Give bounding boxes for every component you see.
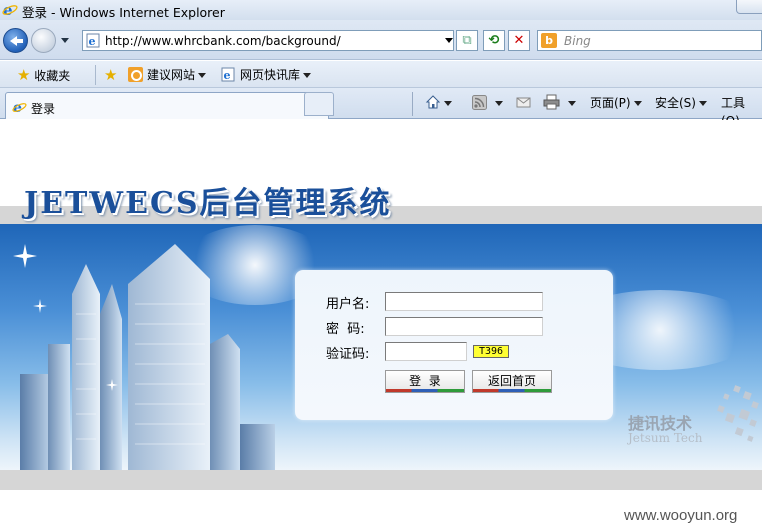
recent-pages-dropdown[interactable] — [61, 38, 69, 43]
captcha-input[interactable] — [385, 342, 467, 361]
safety-menu[interactable]: 安全(S) — [655, 94, 707, 112]
print-button[interactable] — [543, 94, 576, 112]
refresh-button[interactable]: ⟲ — [483, 30, 505, 51]
footer-band — [0, 470, 762, 490]
forward-button[interactable] — [31, 28, 56, 53]
chevron-down-icon — [698, 101, 707, 106]
refresh-icon: ⟲ — [488, 33, 500, 48]
add-to-favorites-bar-button[interactable]: ★ — [104, 66, 117, 84]
password-label: 密 码: — [326, 322, 365, 337]
captcha-label: 验证码: — [326, 347, 370, 362]
web-slice-gallery-link[interactable]: e 网页快讯库 — [221, 66, 312, 84]
divider — [95, 65, 96, 85]
login-form: 用户名: 密 码: 验证码: T396 登 录 返回首页 — [295, 270, 613, 420]
address-dropdown-icon[interactable] — [445, 38, 453, 43]
stop-button[interactable]: ✕ — [508, 30, 530, 51]
username-label: 用户名: — [326, 297, 370, 312]
page-title: JETWECS后台管理系统 — [24, 186, 392, 221]
brand-logo-icon — [717, 385, 759, 442]
watermark-text: www.wooyun.org — [624, 507, 738, 524]
rss-icon — [472, 95, 487, 110]
compatibility-icon: ⧉ — [462, 33, 472, 48]
search-placeholder: Bing — [564, 34, 591, 48]
tools-menu[interactable]: 工具(O) — [721, 94, 762, 128]
mail-icon — [516, 97, 531, 108]
button-accent-bar — [473, 389, 551, 392]
search-box[interactable]: b Bing — [537, 30, 762, 51]
page-menu[interactable]: 页面(P) — [590, 94, 642, 112]
home-icon — [425, 95, 441, 109]
navigation-bar: e http://www.whrcbank.com/background/ ⧉ … — [0, 20, 762, 60]
favorites-bar: ★ 收藏夹 ★ 建议网站 e 网页快讯库 — [0, 61, 762, 88]
divider — [412, 92, 413, 116]
chevron-down-icon — [444, 101, 452, 106]
chevron-down-icon — [495, 101, 503, 106]
add-favorite-icon: ★ — [104, 66, 118, 84]
chevron-down-icon — [303, 73, 312, 78]
window-controls[interactable] — [736, 0, 762, 14]
page-viewport: JETWECS后台管理系统 用户名: 密 码: 验证码: T396 登 录 返回… — [0, 120, 762, 525]
svg-text:e: e — [89, 35, 96, 48]
chevron-down-icon — [633, 101, 642, 106]
username-input[interactable] — [385, 292, 543, 311]
back-to-home-button[interactable]: 返回首页 — [472, 370, 552, 393]
page-icon: e — [86, 33, 100, 48]
tab-bar: e 登录 页面(P) 安全(S) 工具 — [0, 88, 762, 128]
captcha-image[interactable]: T396 — [473, 345, 509, 358]
compatibility-view-button[interactable]: ⧉ — [456, 30, 478, 51]
bing-icon: b — [541, 33, 557, 48]
tab-login[interactable]: e 登录 — [5, 92, 329, 119]
window-title-bar: e 登录 - Windows Internet Explorer — [0, 0, 762, 20]
ie-logo-icon: e — [2, 1, 18, 17]
feeds-button[interactable] — [472, 94, 503, 112]
read-mail-button[interactable] — [516, 94, 531, 112]
ie-tab-icon: e — [12, 100, 27, 114]
printer-icon — [543, 94, 560, 110]
address-bar[interactable]: e http://www.whrcbank.com/background/ — [82, 30, 454, 51]
address-url: http://www.whrcbank.com/background/ — [105, 34, 341, 48]
chevron-down-icon — [568, 101, 576, 106]
window-title: 登录 - Windows Internet Explorer — [22, 5, 225, 20]
chevron-down-icon — [198, 73, 207, 78]
ie-page-icon: e — [221, 67, 235, 82]
login-button[interactable]: 登 录 — [385, 370, 465, 393]
password-input[interactable] — [385, 317, 543, 336]
city-skyline-image — [13, 244, 275, 470]
stop-icon: ✕ — [513, 33, 525, 48]
new-tab-button[interactable] — [304, 92, 334, 116]
favorites-button[interactable]: ★ 收藏夹 — [17, 66, 70, 84]
favorites-star-icon: ★ — [17, 66, 31, 84]
button-accent-bar — [386, 389, 464, 392]
home-button[interactable] — [425, 94, 452, 112]
suggested-sites-icon — [128, 67, 143, 82]
svg-text:e: e — [224, 69, 231, 82]
back-button[interactable] — [3, 28, 28, 53]
suggested-sites-link[interactable]: 建议网站 — [128, 66, 207, 84]
brand-subtitle: Jetsum Tech — [628, 431, 703, 445]
